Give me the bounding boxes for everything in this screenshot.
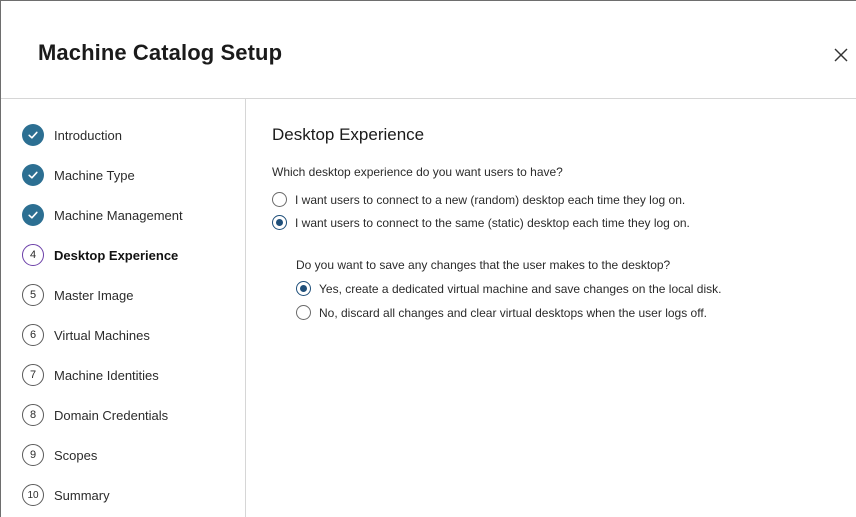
step-introduction[interactable]: Introduction bbox=[22, 124, 122, 146]
radio-button[interactable] bbox=[272, 192, 287, 207]
step-number-badge: 4 bbox=[22, 244, 44, 266]
step-number-badge: 6 bbox=[22, 324, 44, 346]
option-random-desktop[interactable]: I want users to connect to a new (random… bbox=[272, 192, 685, 207]
step-label: Desktop Experience bbox=[54, 247, 179, 263]
step-domain-credentials[interactable]: 8 Domain Credentials bbox=[22, 404, 168, 426]
step-desktop-experience[interactable]: 4 Desktop Experience bbox=[22, 244, 178, 266]
dialog-title: Machine Catalog Setup bbox=[38, 40, 283, 65]
checkmark-icon bbox=[22, 204, 44, 226]
step-label: Summary bbox=[54, 487, 110, 503]
step-number-badge: 10 bbox=[22, 484, 44, 506]
save-changes-question: Do you want to save any changes that the… bbox=[296, 258, 671, 272]
step-summary[interactable]: 10 Summary bbox=[22, 484, 110, 506]
step-label: Virtual Machines bbox=[54, 327, 150, 343]
desktop-experience-question: Which desktop experience do you want use… bbox=[272, 165, 563, 179]
section-title: Desktop Experience bbox=[272, 125, 425, 144]
step-number-badge: 5 bbox=[22, 284, 44, 306]
option-discard-changes[interactable]: No, discard all changes and clear virtua… bbox=[296, 305, 707, 320]
step-master-image[interactable]: 5 Master Image bbox=[22, 284, 133, 306]
option-static-desktop[interactable]: I want users to connect to the same (sta… bbox=[272, 215, 690, 230]
checkmark-icon bbox=[22, 124, 44, 146]
step-label: Domain Credentials bbox=[54, 407, 169, 423]
main-content: Desktop Experience Which desktop experie… bbox=[246, 99, 856, 517]
step-number-badge: 7 bbox=[22, 364, 44, 386]
step-number-badge: 9 bbox=[22, 444, 44, 466]
machine-catalog-setup-dialog: Machine Catalog Setup Introduction Machi… bbox=[0, 0, 856, 517]
radio-label: Yes, create a dedicated virtual machine … bbox=[319, 281, 722, 296]
wizard-steps-sidebar: Introduction Machine Type Machine Manage… bbox=[1, 99, 246, 517]
step-label: Scopes bbox=[54, 447, 98, 463]
radio-label: I want users to connect to the same (sta… bbox=[295, 215, 690, 230]
checkmark-icon bbox=[22, 164, 44, 186]
step-label: Introduction bbox=[54, 127, 122, 143]
step-machine-type[interactable]: Machine Type bbox=[22, 164, 135, 186]
step-machine-management[interactable]: Machine Management bbox=[22, 204, 183, 226]
step-virtual-machines[interactable]: 6 Virtual Machines bbox=[22, 324, 150, 346]
step-label: Machine Type bbox=[54, 167, 135, 183]
radio-button-selected[interactable] bbox=[272, 215, 287, 230]
radio-label: No, discard all changes and clear virtua… bbox=[319, 305, 707, 320]
close-icon bbox=[834, 48, 848, 62]
step-label: Machine Identities bbox=[54, 367, 159, 383]
radio-button-selected[interactable] bbox=[296, 281, 311, 296]
step-label: Machine Management bbox=[54, 207, 183, 223]
step-machine-identities[interactable]: 7 Machine Identities bbox=[22, 364, 159, 386]
dialog-header: Machine Catalog Setup bbox=[1, 1, 856, 99]
step-label: Master Image bbox=[54, 287, 134, 303]
radio-button[interactable] bbox=[296, 305, 311, 320]
radio-label: I want users to connect to a new (random… bbox=[295, 192, 686, 207]
step-scopes[interactable]: 9 Scopes bbox=[22, 444, 97, 466]
close-button[interactable] bbox=[833, 47, 849, 63]
option-save-changes-local-disk[interactable]: Yes, create a dedicated virtual machine … bbox=[296, 281, 721, 296]
step-number-badge: 8 bbox=[22, 404, 44, 426]
